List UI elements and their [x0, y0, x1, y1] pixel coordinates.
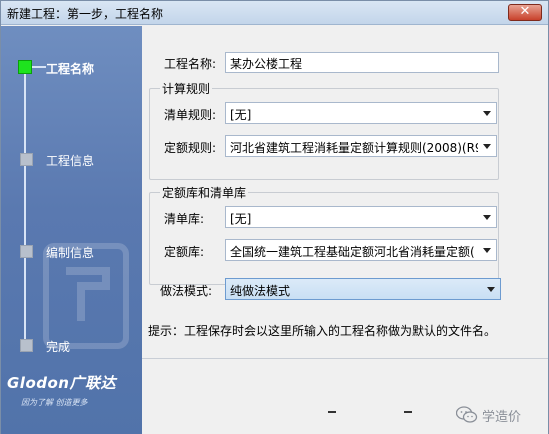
quota-rule-value: 河北省建筑工程消耗量定额计算规则(2008)(R9 — [230, 141, 478, 155]
bill-lib-label: 清单库: — [164, 212, 205, 226]
calc-rules-title: 计算规则 — [160, 80, 213, 97]
step-label: 工程名称 — [46, 62, 95, 76]
quota-lib-select[interactable]: 全国统一建筑工程基础定额河北省消耗量定额( — [225, 239, 497, 261]
step-label: 完成 — [46, 340, 71, 354]
watermark-text: 学造价 — [482, 410, 522, 425]
project-name-input[interactable]: 某办公楼工程 — [225, 52, 499, 73]
close-icon: ✕ — [519, 4, 531, 19]
wechat-icon — [456, 406, 478, 423]
step-finish[interactable]: 完成 — [16, 336, 141, 356]
hint-text: 提示：工程保存时会以这里所输入的工程名称做为默认的文件名。 — [148, 324, 497, 338]
brand-logo: Glodon广联达 因为了解 创造更多 — [7, 372, 137, 408]
footer-divider — [142, 358, 548, 359]
project-name-label: 工程名称: — [164, 57, 217, 71]
active-step-marker-icon — [18, 60, 32, 74]
back-button[interactable] — [328, 411, 336, 413]
bill-rule-value: [无] — [230, 108, 252, 122]
bill-lib-select[interactable]: [无] — [225, 206, 497, 228]
step-marker-icon — [20, 153, 33, 166]
next-button[interactable] — [404, 411, 412, 413]
chevron-down-icon — [483, 248, 491, 253]
chevron-down-icon — [483, 144, 491, 149]
step-project-name[interactable]: 工程名称 — [16, 58, 141, 78]
close-button[interactable]: ✕ — [508, 4, 542, 21]
step-label: 编制信息 — [46, 246, 95, 260]
brand-name: Glodon广联达 — [7, 374, 116, 392]
step-project-info[interactable]: 工程信息 — [16, 150, 141, 170]
new-project-dialog: 新建工程：第一步，工程名称 ✕ 工程名称 工程信息 编制信息 完成 Glodon… — [0, 0, 549, 434]
bill-lib-value: [无] — [230, 212, 252, 226]
step-marker-icon — [20, 245, 33, 258]
quota-rule-select[interactable]: 河北省建筑工程消耗量定额计算规则(2008)(R9 — [225, 135, 497, 157]
chevron-down-icon — [483, 111, 491, 116]
method-select[interactable]: 纯做法模式 — [225, 278, 501, 300]
quota-lib-label: 定额库: — [164, 245, 205, 259]
method-value: 纯做法模式 — [230, 284, 291, 298]
watermark: 学造价 — [456, 405, 546, 427]
quota-rule-label: 定额规则: — [164, 141, 217, 155]
chevron-down-icon — [487, 287, 495, 292]
bill-rule-select[interactable]: [无] — [225, 102, 497, 124]
libraries-title: 定额库和清单库 — [160, 184, 249, 201]
chevron-down-icon — [483, 215, 491, 220]
step-connector — [32, 66, 46, 68]
bill-rule-label: 清单规则: — [164, 108, 217, 122]
title-bar[interactable]: 新建工程：第一步，工程名称 ✕ — [1, 1, 548, 25]
wizard-steps-panel: 工程名称 工程信息 编制信息 完成 Glodon广联达 因为了解 创造更多 — [1, 26, 142, 434]
steps-connector-line — [24, 62, 26, 347]
quota-lib-value: 全国统一建筑工程基础定额河北省消耗量定额( — [230, 245, 475, 259]
step-marker-icon — [20, 339, 33, 352]
step-compile-info[interactable]: 编制信息 — [16, 242, 141, 262]
step-label: 工程信息 — [46, 154, 95, 168]
form-area: 工程名称: 某办公楼工程 计算规则 清单规则: [无] 定额规则: 河北省建筑工… — [142, 26, 548, 434]
window-title: 新建工程：第一步，工程名称 — [7, 7, 164, 21]
method-label: 做法模式: — [160, 284, 213, 298]
brand-tagline: 因为了解 创造更多 — [21, 398, 88, 407]
